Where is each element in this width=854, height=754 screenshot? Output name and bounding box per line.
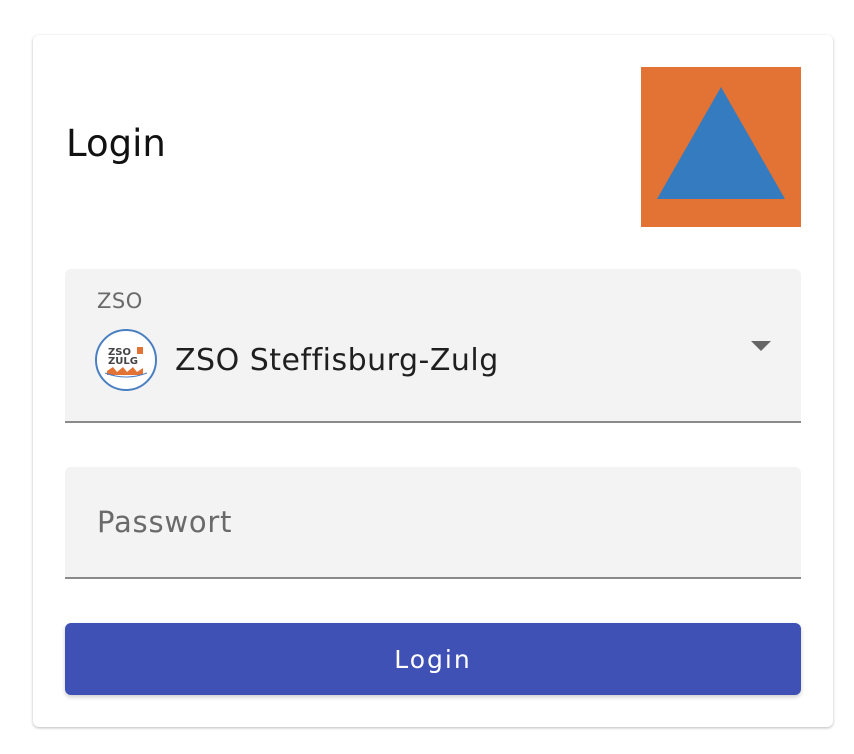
zso-select[interactable]: ZSO ZSO ZULG ZSO Steffisburg-Zulg	[65, 269, 801, 423]
password-input[interactable]	[97, 467, 767, 577]
zso-selected-text: ZSO Steffisburg-Zulg	[175, 342, 499, 378]
login-button[interactable]: Login	[65, 623, 801, 695]
zso-zulg-logo-icon: ZSO ZULG	[95, 329, 157, 391]
login-card: Login ZSO ZSO ZULG ZSO Steffisburg-Zulg	[33, 35, 833, 727]
page-title: Login	[66, 122, 166, 165]
chevron-down-icon[interactable]	[751, 341, 771, 351]
avatar-text-bottom: ZULG	[108, 356, 138, 367]
password-field-container	[65, 467, 801, 579]
civil-protection-triangle-icon	[641, 67, 801, 227]
zso-selected-option[interactable]: ZSO ZULG ZSO Steffisburg-Zulg	[95, 329, 499, 391]
zso-select-label: ZSO	[97, 289, 143, 313]
